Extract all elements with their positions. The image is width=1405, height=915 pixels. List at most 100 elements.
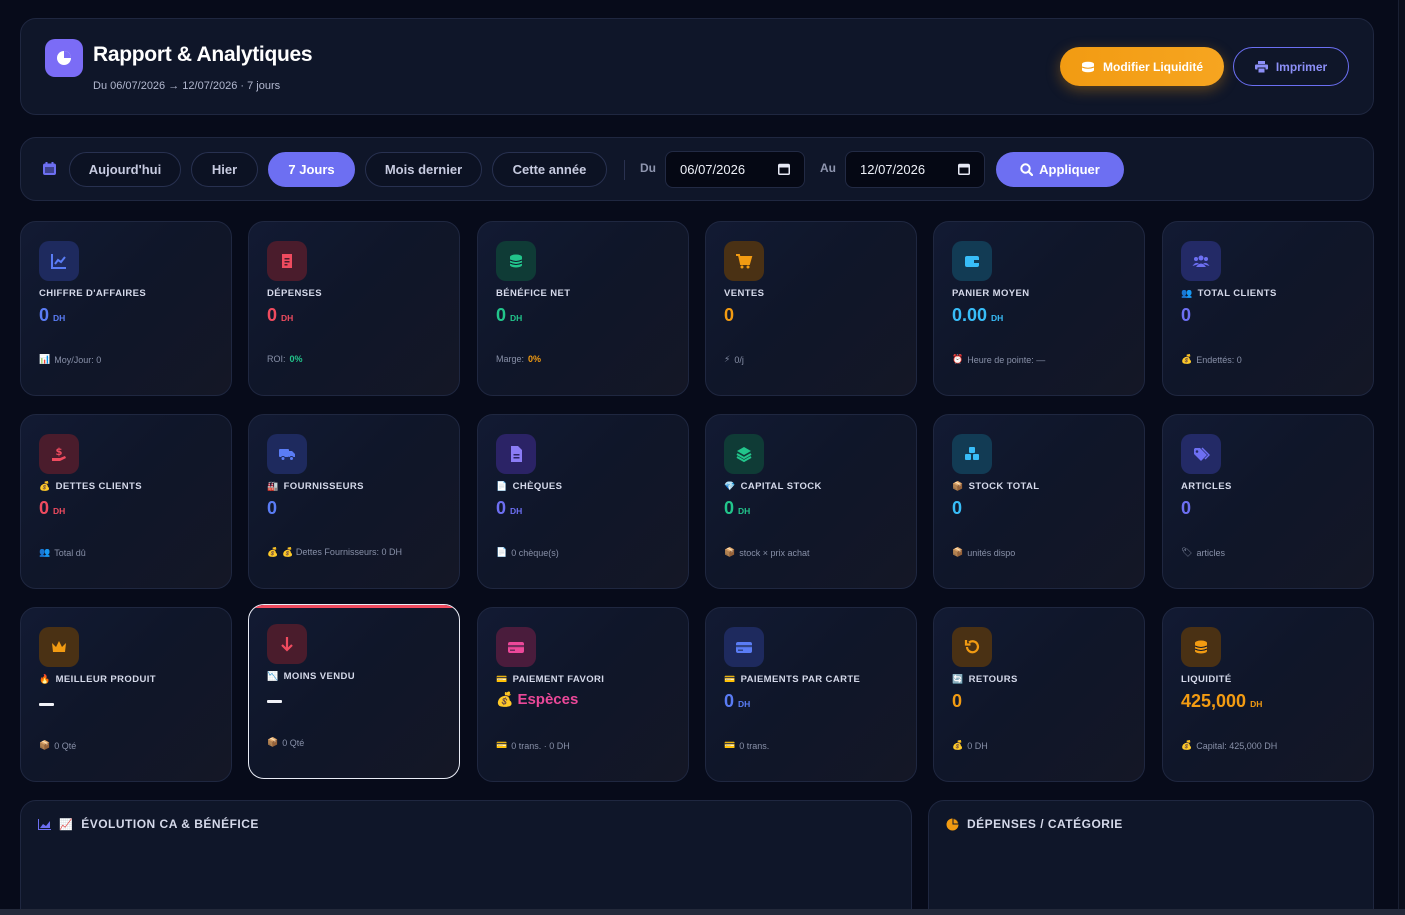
kpi-value: 0 DH (39, 305, 65, 326)
kpi-footnote: 📄 0 chèque(s) (496, 547, 559, 558)
empty-value-dash (39, 703, 54, 706)
to-label: Au (820, 161, 836, 175)
label-emoji: 📦 (952, 481, 964, 491)
kpi-footnote-text: stock × prix achat (739, 547, 810, 558)
kpi-card-moins-vendu: 📉 MOINS VENDU— 📦0 Qté (248, 604, 460, 779)
kpi-footnote: 📦 0 Qté (267, 737, 304, 748)
kpi-footnote-text: 0 chèque(s) (511, 547, 559, 558)
kpi-footnote-accent: 0% (289, 354, 303, 364)
kpi-footnote-text: 0/j (734, 354, 744, 365)
kpi-label-text: STOCK TOTAL (968, 481, 1040, 492)
foot-emoji: 📊 (39, 354, 51, 364)
kpi-footnote-text: ROI: (267, 354, 286, 364)
label-emoji: 📉 (267, 671, 279, 681)
from-label: Du (640, 161, 656, 175)
kpi-label: 💎 CAPITAL STOCK (724, 481, 822, 492)
evolution-title-text: ÉVOLUTION CA & BÉNÉFICE (81, 817, 259, 831)
kpi-card-b-n-fice-net: BÉNÉFICE NET 0 DH Marge: 0% (477, 221, 689, 396)
pie-chart-icon (946, 818, 959, 830)
kpi-footnote-text: Capital: 425,000 DH (1196, 740, 1278, 751)
kpi-label: LIQUIDITÉ (1181, 674, 1232, 685)
kpi-footnote-text: articles (1196, 547, 1225, 558)
search-icon (1020, 163, 1034, 176)
kpi-value-text: 0 (496, 305, 507, 325)
modify-liquidity-button[interactable]: Modifier Liquidité (1060, 47, 1224, 86)
modify-liquidity-label: Modifier Liquidité (1103, 59, 1203, 74)
preset-this-year[interactable]: Cette année (492, 152, 607, 187)
kpi-unit: DH (991, 313, 1004, 323)
calendar-picker-icon[interactable] (958, 163, 970, 175)
kpi-label: 👥 TOTAL CLIENTS (1181, 288, 1277, 299)
kpi-footnote-text: 0 Qté (282, 737, 305, 748)
truck-icon (267, 434, 307, 474)
printer-icon (1254, 60, 1268, 73)
kpi-label: 🏭 FOURNISSEURS (267, 481, 364, 492)
kpi-label: BÉNÉFICE NET (496, 288, 570, 299)
hand-dollar-icon: $ (39, 434, 79, 474)
kpi-value-text: 0 (952, 691, 963, 711)
credit-card-icon (724, 627, 764, 667)
kpi-value-text: 0 (267, 498, 278, 518)
kpi-footnote: Marge: 0% (496, 354, 541, 364)
label-emoji: 🔄 (952, 674, 964, 684)
kpi-label-text: PAIEMENTS PAR CARTE (740, 674, 861, 685)
print-button[interactable]: Imprimer (1233, 47, 1349, 86)
page-title: Rapport & Analytiques (93, 43, 313, 66)
kpi-label-text: ARTICLES (1181, 481, 1232, 492)
kpi-value-text: 0 (952, 498, 963, 518)
line-chart-icon (39, 241, 79, 281)
kpi-footnote: 📦 0 Qté (39, 740, 76, 751)
kpi-value-text: 0 (1181, 305, 1192, 325)
tags-icon (1181, 434, 1221, 474)
foot-emoji: 💰 (267, 547, 279, 557)
preset-last-month[interactable]: Mois dernier (365, 152, 482, 187)
kpi-value: — (267, 688, 282, 703)
horizontal-scrollbar[interactable] (0, 909, 1405, 915)
kpi-card-panier-moyen: PANIER MOYEN 0.00 DH ⏰ Heure de pointe: — (933, 221, 1145, 396)
preset-yesterday[interactable]: Hier (191, 152, 258, 187)
kpi-value: 0 (1181, 498, 1191, 519)
kpi-footnote-text: 0 Qté (54, 740, 77, 751)
kpi-label: 💳 PAIEMENT FAVORI (496, 674, 604, 685)
calendar-picker-icon[interactable] (778, 163, 790, 175)
apply-button[interactable]: Appliquer (996, 152, 1124, 187)
from-date-input[interactable]: 06/07/2026 (665, 151, 805, 188)
preset-today[interactable]: Aujourd'hui (69, 152, 181, 187)
kpi-label-text: MOINS VENDU (283, 671, 356, 682)
kpi-value: 0 DH (496, 305, 522, 326)
kpi-label: ARTICLES (1181, 481, 1232, 492)
date-range-subtitle: Du 06/07/2026 → 12/07/2026 · 7 jours (93, 80, 281, 92)
kpi-card-dettes-clients: $ 💰 DETTES CLIENTS 0 DH 👥 Total dû (20, 414, 232, 589)
preset-7-days[interactable]: 7 Jours (268, 152, 355, 187)
kpi-value-text: Espèces (517, 691, 579, 708)
kpi-label-text: FOURNISSEURS (283, 481, 364, 492)
kpi-footnote: 💳 0 trans. · 0 DH (496, 740, 570, 751)
from-date-value: 06/07/2026 (680, 162, 746, 177)
kpi-footnote-text: 0 trans. · 0 DH (511, 740, 570, 751)
kpi-label-text: VENTES (724, 288, 765, 299)
kpi-value: 0 (267, 498, 277, 519)
highlight-bar (249, 605, 459, 608)
kpi-footnote: 📦 stock × prix achat (724, 547, 810, 558)
divider (624, 160, 625, 180)
kpi-label: DÉPENSES (267, 288, 322, 299)
kpi-value-text: 0 (724, 498, 735, 518)
kpi-label: 📄 CHÈQUES (496, 481, 562, 492)
kpi-footnote: 📊 Moy/Jour: 0 (39, 354, 101, 365)
layers-icon (724, 434, 764, 474)
kpi-value: 0 (724, 305, 734, 326)
kpi-value-text: 0 (267, 305, 278, 325)
foot-emoji: ⏰ (952, 354, 964, 364)
cart-icon (724, 241, 764, 281)
to-date-input[interactable]: 12/07/2026 (845, 151, 985, 188)
svg-text:$: $ (56, 447, 63, 458)
kpi-label: 🔄 RETOURS (952, 674, 1018, 685)
kpi-label-text: PANIER MOYEN (952, 288, 1030, 299)
kpi-label: 📦 STOCK TOTAL (952, 481, 1040, 492)
evolution-title: 📈 ÉVOLUTION CA & BÉNÉFICE (38, 817, 259, 831)
kpi-label-text: MEILLEUR PRODUIT (55, 674, 156, 685)
vertical-scrollbar[interactable] (1398, 0, 1405, 909)
kpi-label: 🔥 MEILLEUR PRODUIT (39, 674, 156, 685)
foot-emoji: 🏷 (1181, 547, 1193, 557)
kpi-label: 📉 MOINS VENDU (267, 671, 355, 682)
